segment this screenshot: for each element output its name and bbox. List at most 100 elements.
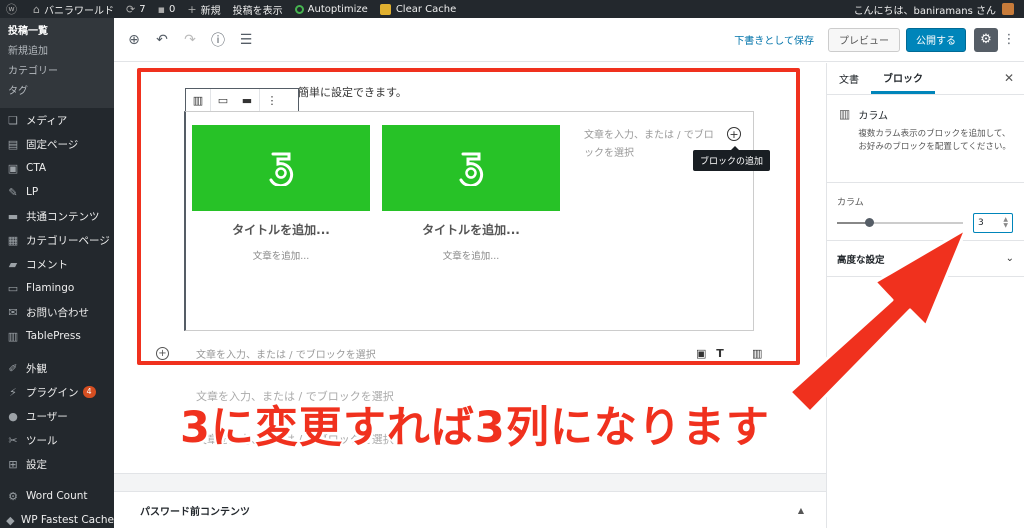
- columns-slider[interactable]: [837, 218, 963, 227]
- add-block-button[interactable]: ⊕: [122, 28, 146, 52]
- sidebar-item-appearance[interactable]: ✐ 外観: [0, 356, 114, 380]
- sidebar-item-flamingo[interactable]: ▭ Flamingo: [0, 276, 114, 300]
- sidebar-item-tablepress[interactable]: ▥ TablePress: [0, 324, 114, 348]
- slider-fill: [837, 222, 869, 224]
- sidebar-item-word-count[interactable]: ⚙ Word Count: [0, 484, 114, 508]
- category-page-icon: ▦: [7, 233, 19, 247]
- sidebar-item-wp-fastest-cache[interactable]: ◆ WP Fastest Cache: [0, 508, 114, 528]
- avatar: [1002, 3, 1014, 15]
- updates-link[interactable]: ⟳ 7: [120, 0, 152, 18]
- meta-box-title: パスワード前コンテンツ: [140, 506, 250, 518]
- sidebar-item-users[interactable]: ● ユーザー: [0, 404, 114, 428]
- comment-icon: ▰: [8, 257, 18, 271]
- account-menu[interactable]: こんにちは、baniramans さん: [848, 0, 1020, 18]
- sidebar-item-plugins[interactable]: ⚡ プラグイン 4: [0, 380, 114, 404]
- sidebar-item-category-page[interactable]: ▦ カテゴリーページ: [0, 228, 114, 252]
- tab-document[interactable]: 文書: [827, 63, 871, 94]
- vertical-ellipsis-icon: ⋮: [1002, 32, 1016, 47]
- cache-icon: [379, 3, 391, 15]
- status-circle-icon: [294, 4, 304, 14]
- lp-icon: ✎: [8, 185, 18, 199]
- publish-button[interactable]: 公開する: [906, 27, 966, 52]
- sidebar-item-pages[interactable]: ▤ 固定ページ: [0, 132, 114, 156]
- sidebar-item-cta[interactable]: ▣ CTA: [0, 156, 114, 180]
- columns-value: 3: [978, 218, 984, 228]
- preview-button[interactable]: プレビュー: [828, 27, 900, 52]
- sidebar-item-label: メディア: [26, 114, 68, 127]
- submenu-item-tags[interactable]: タグ: [0, 82, 114, 102]
- submenu-item-all-posts[interactable]: 投稿一覧: [0, 22, 114, 42]
- save-draft-button[interactable]: 下書きとして保存: [734, 32, 814, 47]
- wordpress-logo-button[interactable]: ⓦ: [0, 0, 27, 18]
- chevron-down-icon: ⌄: [1005, 253, 1014, 264]
- updates-icon: ⟳: [125, 2, 136, 16]
- content-info-button[interactable]: ⓘ: [206, 28, 230, 52]
- view-post-label: 投稿を表示: [232, 5, 283, 17]
- triangle-up-icon[interactable]: ▲: [798, 506, 804, 515]
- close-icon: ✕: [1003, 71, 1014, 85]
- sidebar-item-label: Flamingo: [26, 282, 75, 294]
- cta-icon: ▣: [7, 161, 19, 175]
- tab-block[interactable]: ブロック: [871, 63, 935, 94]
- sidebar-item-tools[interactable]: ✂ ツール: [0, 428, 114, 452]
- columns-setting: カラム 3 ▲ ▼: [827, 183, 1024, 241]
- comments-link[interactable]: ▪ 0: [152, 0, 182, 18]
- flamingo-icon: ▭: [7, 281, 19, 295]
- user-icon: ●: [8, 409, 18, 423]
- advanced-settings-toggle[interactable]: 高度な設定 ⌄: [827, 241, 1024, 277]
- annotation-frame: [137, 68, 800, 365]
- settings-toggle-button[interactable]: ⚙: [974, 27, 998, 52]
- sidebar-item-label: TablePress: [26, 330, 81, 342]
- sidebar-item-contact[interactable]: ✉ お問い合わせ: [0, 300, 114, 324]
- block-navigation-button[interactable]: ☰: [234, 28, 258, 52]
- submenu-item-categories[interactable]: カテゴリー: [0, 62, 114, 82]
- folder-icon: ▬: [7, 209, 19, 223]
- sidebar-item-label: LP: [26, 186, 39, 198]
- sidebar-item-lp[interactable]: ✎ LP: [0, 180, 114, 204]
- home-icon: ⌂: [33, 2, 40, 16]
- sidebar-item-label: カテゴリーページ: [26, 234, 110, 247]
- pages-icon: ▤: [7, 137, 19, 151]
- redo-button[interactable]: ↷: [178, 28, 202, 52]
- sidebar-item-comments[interactable]: ▰ コメント: [0, 252, 114, 276]
- sidebar-item-label: コメント: [26, 258, 68, 271]
- undo-button[interactable]: ↶: [150, 28, 174, 52]
- sidebar-item-label: Word Count: [26, 490, 88, 502]
- sidebar-item-common-content[interactable]: ▬ 共通コンテンツ: [0, 204, 114, 228]
- new-content-link[interactable]: + 新規: [181, 0, 226, 18]
- comments-count: 0: [169, 3, 176, 15]
- autoptimize-label: Autoptimize: [307, 3, 368, 15]
- cache-icon: ◆: [6, 513, 15, 527]
- sidebar-item-label: 外観: [26, 362, 47, 375]
- updates-count: 7: [139, 3, 146, 15]
- sidebar-item-label: 固定ページ: [26, 138, 79, 151]
- columns-icon: ▥: [839, 107, 851, 121]
- sidebar-item-media[interactable]: ❏ メディア: [0, 108, 114, 132]
- sidebar-item-label: WP Fastest Cache: [20, 514, 114, 526]
- greeting: こんにちは、baniramans さん: [853, 5, 996, 17]
- columns-number-input[interactable]: 3 ▲ ▼: [973, 213, 1013, 233]
- editor-header: ⊕ ↶ ↷ ⓘ ☰ 下書きとして保存 プレビュー 公開する ⚙ ⋮: [114, 18, 1024, 62]
- sidebar-item-settings[interactable]: ⊞ 設定: [0, 452, 114, 476]
- list-icon: ☰: [239, 31, 253, 48]
- submenu-item-add-new[interactable]: 新規追加: [0, 42, 114, 62]
- plus-circle-icon: ⊕: [128, 31, 140, 48]
- undo-icon: ↶: [156, 31, 168, 48]
- block-card: ▥ カラム 複数カラム表示のブロックを追加して、お好みのブロックを配置してくださ…: [827, 95, 1024, 183]
- spinner-arrows-icon[interactable]: ▲ ▼: [1003, 217, 1008, 229]
- clear-cache-link[interactable]: Clear Cache: [374, 0, 462, 18]
- info-icon: ⓘ: [211, 32, 225, 49]
- block-name: カラム: [858, 111, 889, 122]
- more-menu-button[interactable]: ⋮: [1002, 32, 1016, 47]
- plus-icon: +: [187, 2, 197, 16]
- site-name-link[interactable]: ⌂ バニラワールド: [27, 0, 120, 18]
- close-panel-button[interactable]: ✕: [1004, 71, 1014, 85]
- gear-icon: ⚙: [980, 32, 992, 47]
- sidebar-item-label: プラグイン: [26, 386, 79, 399]
- sidebar-item-label: 設定: [26, 458, 47, 471]
- view-post-link[interactable]: 投稿を表示: [227, 0, 289, 18]
- slider-thumb[interactable]: [864, 218, 874, 227]
- meta-box-password-content[interactable]: パスワード前コンテンツ ▲: [114, 491, 826, 528]
- clear-cache-label: Clear Cache: [395, 3, 457, 15]
- autoptimize-link[interactable]: Autoptimize: [289, 0, 374, 18]
